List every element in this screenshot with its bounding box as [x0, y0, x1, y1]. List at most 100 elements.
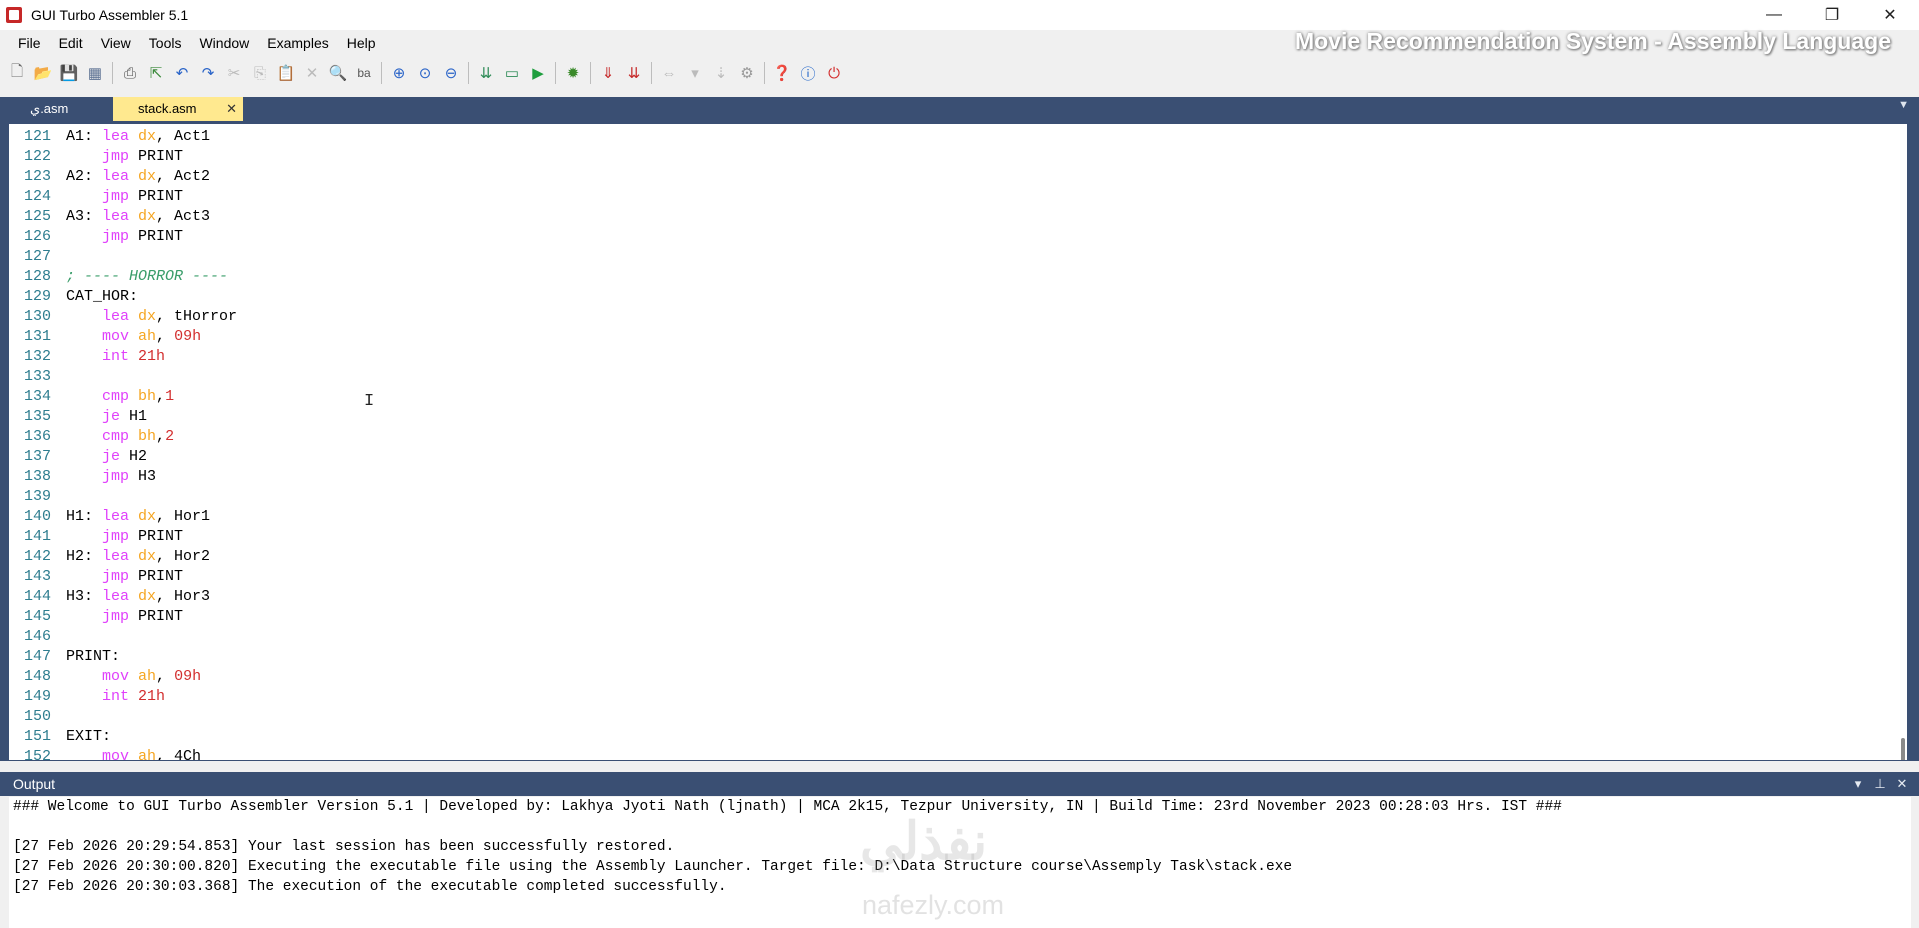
settings-icon[interactable]: ⇊ [621, 60, 647, 86]
debug-icon[interactable]: ✹ [560, 60, 586, 86]
menu-window[interactable]: Window [190, 30, 258, 56]
tab-close-icon[interactable]: ✕ [226, 97, 237, 121]
menu-tools[interactable]: Tools [140, 30, 191, 56]
code-text: jmp PRINT [66, 607, 183, 627]
menu-view[interactable]: View [92, 30, 140, 56]
code-line: 128 ; ---- HORROR ---- [9, 267, 237, 287]
copy-icon[interactable]: ⎘ [247, 60, 273, 86]
line-number: 152 [23, 748, 51, 760]
line-number: 141 [23, 528, 51, 545]
code-line: 139 [9, 487, 237, 507]
line-number: 124 [23, 188, 51, 205]
link-icon[interactable]: ▭ [499, 60, 525, 86]
paste-icon[interactable]: 📋 [273, 60, 299, 86]
window-title: GUI Turbo Assembler 5.1 [31, 7, 189, 23]
menu-edit[interactable]: Edit [50, 30, 92, 56]
undo-icon[interactable]: ↶ [169, 60, 195, 86]
code-token: lea [102, 588, 139, 605]
code-token: H3: [66, 588, 103, 605]
code-text: mov ah, 4Ch [66, 747, 201, 760]
line-number: 127 [23, 248, 51, 265]
code-text: je H1 [66, 407, 147, 427]
line-number: 122 [23, 148, 51, 165]
code-line: 129 CAT_HOR: [9, 287, 237, 307]
new-file-icon[interactable]: 🗋 [4, 60, 30, 86]
code-token: jmp [102, 568, 139, 585]
delete-icon[interactable]: ✕ [299, 60, 325, 86]
restore-button[interactable]: ❐ [1803, 0, 1861, 30]
code-text: H1: lea dx, Hor1 [66, 507, 210, 527]
find-icon[interactable]: 🔍 [325, 60, 351, 86]
code-token: A3: [66, 208, 103, 225]
export-icon[interactable]: ⇱ [143, 60, 169, 86]
output-pin-icon[interactable]: ⊥ [1869, 772, 1891, 796]
minimize-button[interactable]: — [1745, 0, 1803, 30]
code-line: 144 H3: lea dx, Hor3 [9, 587, 237, 607]
print-icon[interactable]: ⎙ [117, 60, 143, 86]
code-line: 130 lea dx, tHorror [9, 307, 237, 327]
code-token: EXIT: [66, 728, 112, 745]
run-icon[interactable]: ▶ [525, 60, 551, 86]
menu-examples[interactable]: Examples [258, 30, 337, 56]
code-token: , Act1 [156, 128, 211, 145]
close-button[interactable]: ✕ [1861, 0, 1919, 30]
code-token: jmp [102, 148, 139, 165]
zoom-in-icon[interactable]: ⊕ [386, 60, 412, 86]
pin-icon[interactable]: ⇣ [708, 60, 734, 86]
code-text: ; ---- HORROR ---- [66, 267, 228, 287]
info-icon[interactable]: ⓘ [795, 60, 821, 86]
zoom-reset-icon[interactable]: ⊙ [412, 60, 438, 86]
zoom-out-icon[interactable]: ⊖ [438, 60, 464, 86]
line-number: 145 [23, 608, 51, 625]
code-text: jmp H3 [66, 467, 156, 487]
code-token: dx [138, 508, 157, 525]
tab-label: ي.asm [30, 101, 69, 116]
code-line: 149 int 21h [9, 687, 237, 707]
power-icon[interactable]: ⏻ [821, 60, 847, 86]
editor-scrollbar[interactable] [1901, 738, 1905, 760]
code-token: dx [138, 548, 157, 565]
line-number: 133 [23, 368, 51, 385]
replace-icon[interactable]: ba [351, 60, 377, 86]
assemble-icon[interactable]: ⇊ [473, 60, 499, 86]
menu-help[interactable]: Help [338, 30, 385, 56]
output-close-icon[interactable]: ✕ [1891, 772, 1913, 796]
save-all-icon[interactable]: ▦ [82, 60, 108, 86]
menu-file[interactable]: File [9, 30, 50, 56]
code-line: 146 [9, 627, 237, 647]
open-folder-icon[interactable]: 📂 [30, 60, 56, 86]
code-token: dx [138, 208, 157, 225]
line-number: 128 [23, 268, 51, 285]
code-token: cmp [102, 388, 139, 405]
cut-icon[interactable]: ✂ [221, 60, 247, 86]
code-token: dx [138, 308, 157, 325]
tab-stack-asm[interactable]: stack.asm ✕ [113, 97, 243, 121]
nav-back-icon[interactable]: ⇔ [656, 60, 682, 86]
redo-icon[interactable]: ↷ [195, 60, 221, 86]
code-line: 135 je H1 [9, 407, 237, 427]
code-text: int 21h [66, 687, 165, 707]
code-editor[interactable]: 121 A1: lea dx, Act1 122 jmp PRINT 123 A2: l… [9, 124, 1907, 760]
code-token: A1: [66, 128, 103, 145]
code-line: 143 jmp PRINT [9, 567, 237, 587]
filter-icon[interactable]: ▾ [682, 60, 708, 86]
app-window: GUI Turbo Assembler 5.1 — ❐ ✕ File Edit … [0, 0, 1919, 928]
code-text: mov ah, 09h [66, 327, 201, 347]
download-icon[interactable]: ⇓ [595, 60, 621, 86]
toolbar-separator [468, 62, 469, 84]
gear-icon[interactable]: ⚙ [734, 60, 760, 86]
code-text: jmp PRINT [66, 527, 183, 547]
save-icon[interactable]: 💾 [56, 60, 82, 86]
output-menu-icon[interactable]: ▾ [1847, 772, 1869, 796]
help-icon[interactable]: ❓ [769, 60, 795, 86]
code-token: jmp [102, 468, 139, 485]
code-text: mov ah, 09h [66, 667, 201, 687]
tab-list-dropdown-icon[interactable]: ▼ [1898, 99, 1909, 111]
tab-first-asm[interactable]: ي.asm [0, 97, 112, 121]
tab-label: stack.asm [138, 101, 197, 116]
line-number: 144 [23, 588, 51, 605]
code-line: 122 jmp PRINT [9, 147, 237, 167]
